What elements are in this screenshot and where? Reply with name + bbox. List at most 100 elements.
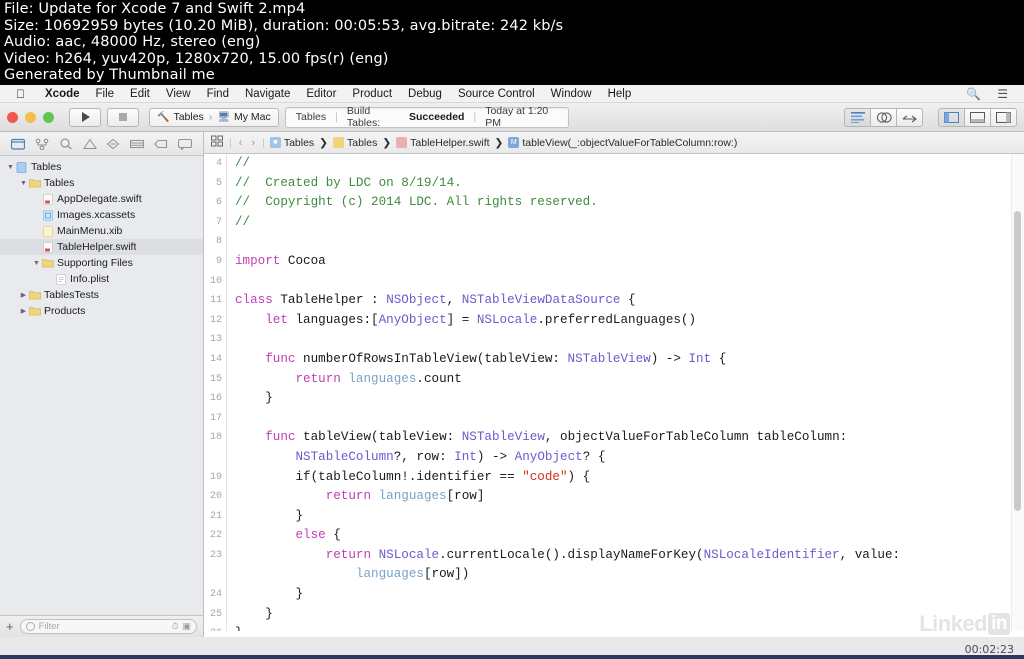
code-line[interactable]: // Copyright (c) 2014 LDC. All rights re… bbox=[235, 193, 1024, 213]
disclosure-triangle-icon[interactable]: ▶ bbox=[19, 307, 28, 315]
tree-item-tablestests[interactable]: ▶ TablesTests bbox=[0, 287, 203, 303]
code-line[interactable] bbox=[235, 232, 1024, 252]
menu-item-window[interactable]: Window bbox=[543, 88, 600, 100]
breadcrumb-project[interactable]: ■ Tables bbox=[269, 137, 314, 149]
zoom-button[interactable] bbox=[43, 111, 54, 123]
add-file-button[interactable]: + bbox=[6, 620, 14, 633]
tree-item-images-xcassets[interactable]: Images.xcassets bbox=[0, 207, 203, 223]
menu-item-navigate[interactable]: Navigate bbox=[237, 88, 298, 100]
related-items-icon[interactable] bbox=[211, 135, 224, 150]
diamond-icon bbox=[107, 138, 120, 149]
code-line[interactable]: else { bbox=[235, 526, 1024, 546]
tree-item-mainmenu-xib[interactable]: MainMenu.xib bbox=[0, 223, 203, 239]
issue-navigator-tab[interactable] bbox=[82, 138, 97, 150]
list-icon[interactable]: ☰ bbox=[989, 87, 1016, 101]
code-token-typ: NSObject bbox=[386, 293, 447, 308]
code-line[interactable]: languages[row]) bbox=[235, 565, 1024, 585]
standard-editor-button[interactable] bbox=[844, 107, 872, 127]
tree-item-tables[interactable]: ▼ Tables bbox=[0, 159, 203, 175]
folder-icon bbox=[41, 258, 54, 268]
source-control-navigator-tab[interactable] bbox=[35, 138, 49, 150]
code-line[interactable]: return languages[row] bbox=[235, 487, 1024, 507]
forward-button[interactable]: › bbox=[249, 137, 257, 149]
debug-navigator-tab[interactable] bbox=[130, 138, 145, 150]
stop-button[interactable] bbox=[107, 107, 139, 127]
test-navigator-tab[interactable] bbox=[106, 138, 120, 150]
menu-item-file[interactable]: File bbox=[88, 88, 123, 100]
navigator-toggle-button[interactable] bbox=[938, 107, 966, 127]
tree-item-info-plist[interactable]: Info.plist bbox=[0, 271, 203, 287]
menu-item-edit[interactable]: Edit bbox=[122, 88, 158, 100]
menu-item-view[interactable]: View bbox=[158, 88, 199, 100]
run-button[interactable] bbox=[69, 107, 101, 127]
tree-item-appdelegate-swift[interactable]: AppDelegate.swift bbox=[0, 191, 203, 207]
tree-item-supporting-files[interactable]: ▼ Supporting Files bbox=[0, 255, 203, 271]
code-line[interactable]: } bbox=[235, 507, 1024, 527]
line-number: 4 bbox=[215, 158, 222, 169]
project-navigator-tab[interactable] bbox=[10, 138, 25, 150]
code-line[interactable] bbox=[235, 330, 1024, 350]
stop-icon bbox=[119, 113, 127, 121]
line-number bbox=[204, 565, 222, 585]
debug-area-toggle-button[interactable] bbox=[964, 107, 992, 127]
assistant-editor-button[interactable] bbox=[870, 107, 898, 127]
tree-item-products[interactable]: ▶ Products bbox=[0, 303, 203, 319]
code-area[interactable]: 4 5 6 7 8 9 10 11 12 13 14 15 16 17 18 19 20 21 22 23 24 25 26… bbox=[204, 154, 1024, 631]
menu-item-debug[interactable]: Debug bbox=[400, 88, 450, 100]
minimize-button[interactable] bbox=[25, 111, 36, 123]
vertical-scrollbar-thumb[interactable] bbox=[1014, 211, 1021, 511]
disclosure-triangle-icon[interactable]: ▼ bbox=[19, 180, 28, 187]
disclosure-triangle-icon[interactable]: ▼ bbox=[32, 260, 41, 267]
version-editor-button[interactable] bbox=[896, 107, 924, 127]
code-token-typ: NSLocale bbox=[378, 547, 440, 562]
code-line[interactable] bbox=[235, 272, 1024, 292]
code-line[interactable]: } bbox=[235, 605, 1024, 625]
code-line[interactable]: let languages:[AnyObject] = NSLocale.pre… bbox=[235, 311, 1024, 331]
code-line[interactable]: func tableView(tableView: NSTableView, o… bbox=[235, 428, 1024, 448]
search-icon[interactable]: 🔍 bbox=[958, 87, 989, 101]
menu-item-xcode[interactable]: Xcode bbox=[37, 88, 88, 100]
breadcrumb-file[interactable]: TableHelper.swift bbox=[396, 137, 490, 149]
recent-clock-icon[interactable]: ⏱ bbox=[171, 621, 178, 632]
menu-item-find[interactable]: Find bbox=[199, 88, 237, 100]
breadcrumb-group[interactable]: Tables bbox=[332, 137, 377, 149]
line-number: 17 bbox=[209, 412, 222, 424]
code-line[interactable]: // Created by LDC on 8/19/14. bbox=[235, 174, 1024, 194]
filter-field[interactable]: Filter ⏱ ▣ bbox=[19, 619, 197, 634]
code-line[interactable]: } bbox=[235, 624, 1024, 631]
apple-menu-icon[interactable]:  bbox=[16, 88, 25, 100]
symbol-navigator-tab[interactable] bbox=[59, 137, 73, 150]
code-line[interactable]: class TableHelper : NSObject, NSTableVie… bbox=[235, 291, 1024, 311]
menu-item-help[interactable]: Help bbox=[600, 88, 640, 100]
search-icon bbox=[60, 137, 72, 150]
filter-clear-icon[interactable]: ▣ bbox=[182, 621, 191, 632]
disclosure-triangle-icon[interactable]: ▼ bbox=[6, 164, 15, 171]
tree-item-tables[interactable]: ▼ Tables bbox=[0, 175, 203, 191]
menu-item-product[interactable]: Product bbox=[344, 88, 400, 100]
code-line[interactable]: // bbox=[235, 213, 1024, 233]
disclosure-triangle-icon[interactable]: ▶ bbox=[19, 291, 28, 299]
code-line[interactable]: NSTableColumn?, row: Int) -> AnyObject? … bbox=[235, 448, 1024, 468]
source-code-text[interactable]: // // Created by LDC on 8/19/14. // Copyri… bbox=[227, 154, 1024, 631]
close-button[interactable] bbox=[7, 111, 18, 123]
scheme-selector[interactable]: 🔨 Tables › 🖥 My Mac bbox=[149, 107, 279, 127]
code-line[interactable]: return NSLocale.currentLocale().displayN… bbox=[235, 546, 1024, 566]
tree-item-tablehelper-swift[interactable]: TableHelper.swift bbox=[0, 239, 203, 255]
menu-item-source-control[interactable]: Source Control bbox=[450, 88, 543, 100]
code-line[interactable] bbox=[235, 409, 1024, 429]
breadcrumb-method[interactable]: M tableView(_:objectValueForTableColumn:… bbox=[508, 137, 737, 149]
code-token-var: languages bbox=[355, 567, 424, 582]
menu-item-editor[interactable]: Editor bbox=[298, 88, 344, 100]
code-line[interactable]: return languages.count bbox=[235, 370, 1024, 390]
code-line[interactable]: } bbox=[235, 585, 1024, 605]
code-token-fn: [row] bbox=[446, 489, 485, 504]
code-line[interactable]: if(tableColumn!.identifier == "code") { bbox=[235, 468, 1024, 488]
code-line[interactable]: func numberOfRowsInTableView(tableView: … bbox=[235, 350, 1024, 370]
code-line[interactable]: // bbox=[235, 154, 1024, 174]
report-navigator-tab[interactable] bbox=[178, 138, 193, 150]
back-button[interactable]: ‹ bbox=[237, 137, 245, 149]
code-line[interactable]: import Cocoa bbox=[235, 252, 1024, 272]
utilities-toggle-button[interactable] bbox=[990, 107, 1018, 127]
breakpoint-navigator-tab[interactable] bbox=[154, 138, 168, 150]
code-line[interactable]: } bbox=[235, 389, 1024, 409]
